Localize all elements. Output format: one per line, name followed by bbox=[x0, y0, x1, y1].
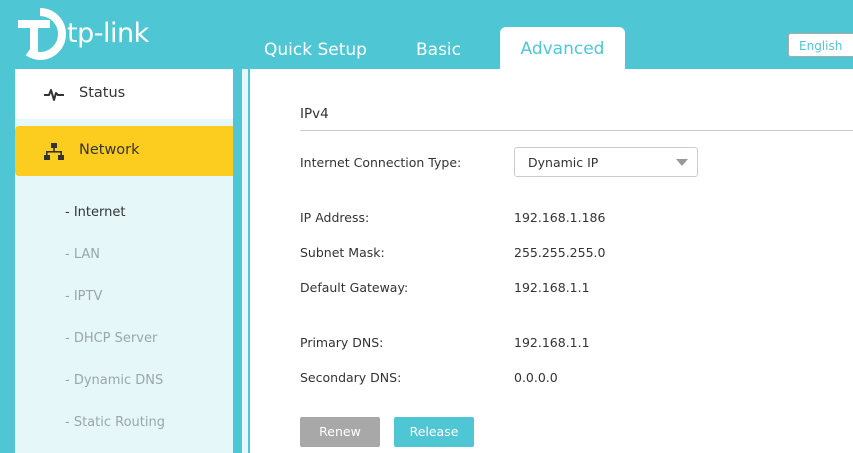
sidebar-subitem-iptv[interactable]: - IPTV bbox=[65, 289, 102, 304]
primary-dns-value: 192.168.1.1 bbox=[514, 335, 590, 350]
sidebar-subitem-static-routing[interactable]: - Static Routing bbox=[65, 415, 165, 430]
network-topology-icon bbox=[43, 141, 65, 163]
tab-basic[interactable]: Basic bbox=[416, 40, 461, 60]
subnet-mask-value: 255.255.255.0 bbox=[514, 245, 606, 260]
connection-type-value: Dynamic IP bbox=[528, 155, 599, 170]
sidebar-item-network[interactable]: Network bbox=[15, 126, 233, 176]
subnet-mask-label: Subnet Mask: bbox=[300, 245, 385, 260]
secondary-dns-label: Secondary DNS: bbox=[300, 370, 402, 385]
ip-address-value: 192.168.1.186 bbox=[514, 210, 606, 225]
ip-address-label: IP Address: bbox=[300, 210, 370, 225]
language-select[interactable]: English bbox=[788, 33, 853, 57]
connection-type-select[interactable]: Dynamic IP bbox=[514, 147, 698, 177]
logo-text: tp-link bbox=[67, 18, 149, 49]
pulse-icon bbox=[43, 84, 65, 106]
renew-button[interactable]: Renew bbox=[300, 417, 380, 447]
sidebar-subitem-lan[interactable]: - LAN bbox=[65, 247, 100, 262]
tp-link-logo-icon bbox=[18, 8, 66, 61]
section-divider bbox=[300, 130, 853, 131]
connection-type-label: Internet Connection Type: bbox=[300, 155, 462, 170]
release-button[interactable]: Release bbox=[394, 417, 474, 447]
sidebar: Status Network - Internet - LAN - IPTV -… bbox=[0, 69, 245, 453]
sidebar-subitem-dynamic-dns[interactable]: - Dynamic DNS bbox=[65, 373, 163, 388]
sidebar-item-label: Status bbox=[79, 85, 126, 101]
sidebar-subitem-internet[interactable]: - Internet bbox=[65, 205, 125, 220]
sidebar-item-status[interactable]: Status bbox=[15, 69, 233, 119]
sidebar-item-label: Network bbox=[79, 142, 140, 158]
section-title: IPv4 bbox=[300, 106, 329, 122]
main-panel: IPv4 Internet Connection Type: Dynamic I… bbox=[250, 69, 853, 453]
sidebar-subitem-dhcp-server[interactable]: - DHCP Server bbox=[65, 331, 157, 346]
default-gateway-value: 192.168.1.1 bbox=[514, 280, 590, 295]
chevron-down-icon bbox=[676, 159, 688, 166]
secondary-dns-value: 0.0.0.0 bbox=[514, 370, 558, 385]
tab-quick-setup[interactable]: Quick Setup bbox=[264, 40, 367, 60]
tab-advanced[interactable]: Advanced bbox=[500, 27, 625, 72]
primary-dns-label: Primary DNS: bbox=[300, 335, 384, 350]
default-gateway-label: Default Gateway: bbox=[300, 280, 409, 295]
sidebar-scrollbar[interactable] bbox=[242, 69, 248, 453]
